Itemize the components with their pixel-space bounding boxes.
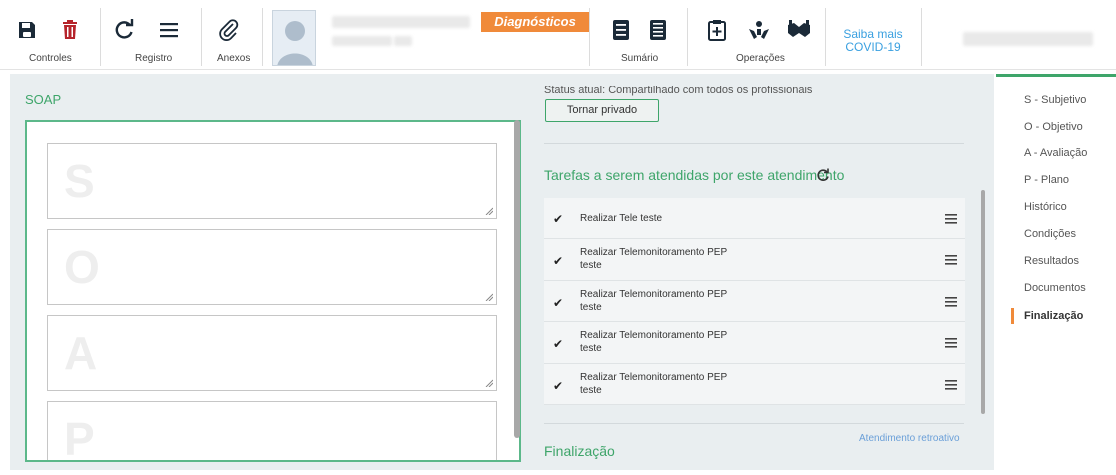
hamburger-icon[interactable]	[945, 255, 957, 265]
soap-s-textarea[interactable]: S	[47, 143, 497, 219]
redacted-text	[963, 32, 1093, 46]
section-nav: S - Subjetivo O - Objetivo A - Avaliação…	[996, 74, 1116, 470]
sumario-label: Sumário	[621, 53, 659, 64]
refresh-tasks-icon[interactable]	[816, 168, 830, 182]
toolbar-divider	[262, 8, 263, 66]
task-row[interactable]: ✔ Realizar Telemonitoramento PEP teste	[544, 239, 965, 281]
save-icon[interactable]	[15, 18, 39, 42]
task-label: Realizar Telemonitoramento PEP teste	[580, 330, 727, 354]
soap-letter-a: A	[64, 327, 98, 379]
divider	[544, 423, 964, 424]
divider	[544, 143, 964, 144]
task-row[interactable]: ✔ Realizar Telemonitoramento PEP teste	[544, 281, 965, 322]
covid-info-link[interactable]: Saiba mais COVID-19	[833, 28, 913, 54]
nav-item-plano[interactable]: P - Plano	[1024, 174, 1069, 186]
toolbar-divider	[687, 8, 688, 66]
redacted-text	[332, 36, 392, 46]
operacoes-label: Operações	[736, 53, 785, 64]
task-label: Realizar Tele teste	[580, 213, 663, 224]
nav-item-finalizacao[interactable]: Finalização	[1024, 310, 1083, 322]
toolbar-divider	[589, 8, 590, 66]
nav-item-objetivo[interactable]: O - Objetivo	[1024, 121, 1083, 133]
handshake-icon[interactable]	[787, 18, 811, 42]
tasks-title: Tarefas a serem atendidas por este atend…	[544, 167, 845, 183]
check-icon[interactable]: ✔	[553, 212, 563, 226]
task-row[interactable]: ✔ Realizar Tele teste	[544, 198, 965, 239]
hamburger-icon[interactable]	[945, 380, 957, 390]
toolbar-divider	[921, 8, 922, 66]
tasks-scrollbar[interactable]	[981, 190, 985, 414]
anexos-label: Anexos	[217, 53, 251, 64]
document-icon[interactable]	[646, 18, 670, 42]
soap-a-textarea[interactable]: A	[47, 315, 497, 391]
toolbar-divider	[825, 8, 826, 66]
soap-scrollbar[interactable]	[514, 120, 520, 438]
trash-icon[interactable]	[58, 18, 82, 42]
list-icon[interactable]	[609, 18, 633, 42]
check-icon[interactable]: ✔	[553, 296, 563, 310]
resize-grip-icon[interactable]	[485, 293, 493, 301]
nav-item-subjetivo[interactable]: S - Subjetivo	[1024, 94, 1086, 106]
soap-title: SOAP	[25, 92, 62, 107]
nav-item-resultados[interactable]: Resultados	[1024, 255, 1079, 267]
active-marker	[1011, 308, 1014, 324]
check-icon[interactable]: ✔	[553, 254, 563, 268]
redacted-text	[332, 16, 470, 28]
task-label: Realizar Telemonitoramento PEP teste	[580, 372, 727, 396]
finalizacao-title: Finalização	[544, 443, 615, 459]
main-content: SOAP S O A P Status atual: Compartilhado…	[10, 74, 994, 470]
task-list: ✔ Realizar Tele teste ✔ Realizar Telemon…	[544, 198, 965, 405]
toolbar-divider	[201, 8, 202, 66]
resize-grip-icon[interactable]	[485, 379, 493, 387]
nav-item-documentos[interactable]: Documentos	[1024, 282, 1086, 294]
task-row[interactable]: ✔ Realizar Telemonitoramento PEP teste	[544, 364, 965, 405]
hamburger-icon[interactable]	[945, 214, 957, 224]
task-label: Realizar Telemonitoramento PEP teste	[580, 247, 727, 271]
redacted-text	[394, 36, 412, 46]
user-avatar[interactable]	[272, 10, 316, 66]
diagnosticos-badge[interactable]: Diagnósticos	[481, 12, 589, 32]
soap-letter-o: O	[64, 241, 100, 293]
toolbar-divider	[100, 8, 101, 66]
registro-label: Registro	[135, 53, 173, 64]
refresh-icon[interactable]	[112, 18, 136, 42]
nav-item-avaliacao[interactable]: A - Avaliação	[1024, 147, 1087, 159]
task-label: Realizar Telemonitoramento PEP teste	[580, 289, 727, 313]
caring-hands-icon[interactable]	[747, 18, 771, 42]
soap-panel: S O A P	[25, 120, 521, 462]
soap-letter-s: S	[64, 155, 95, 207]
soap-p-textarea[interactable]: P	[47, 401, 497, 462]
atendimento-retroativo-link[interactable]: Atendimento retroativo	[859, 433, 960, 444]
status-text: Status atual: Compartilhado com todos os…	[544, 86, 813, 96]
check-icon[interactable]: ✔	[553, 337, 563, 351]
soap-letter-p: P	[64, 413, 95, 462]
soap-o-textarea[interactable]: O	[47, 229, 497, 305]
nav-item-condicoes[interactable]: Condições	[1024, 228, 1076, 240]
task-row[interactable]: ✔ Realizar Telemonitoramento PEP teste	[544, 322, 965, 364]
check-icon[interactable]: ✔	[553, 379, 563, 393]
top-toolbar: Controles Registro Anexos Diagnósticos S…	[0, 0, 1116, 70]
nav-item-historico[interactable]: Histórico	[1024, 201, 1067, 213]
resize-grip-icon[interactable]	[485, 207, 493, 215]
hamburger-icon[interactable]	[945, 338, 957, 348]
paperclip-icon[interactable]	[217, 18, 241, 42]
tornar-privado-button[interactable]: Tornar privado	[545, 99, 659, 122]
controles-label: Controles	[29, 53, 72, 64]
medical-plus-icon[interactable]	[705, 18, 729, 42]
hamburger-icon[interactable]	[945, 297, 957, 307]
hamburger-icon[interactable]	[157, 18, 181, 42]
